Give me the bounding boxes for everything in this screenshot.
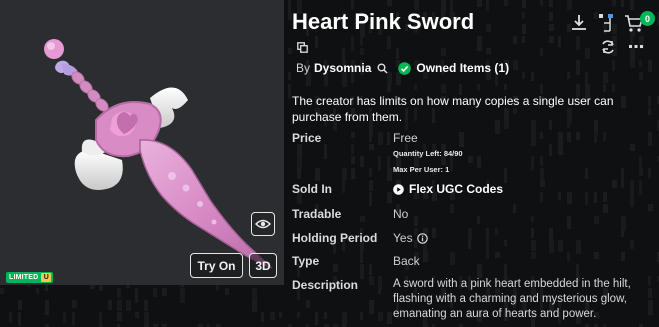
hierarchy-icon[interactable] <box>598 13 614 35</box>
pattern-block <box>180 288 185 303</box>
description-text: A sword with a pink heart embedded in th… <box>393 278 631 320</box>
pattern-block <box>18 312 21 326</box>
pattern-block <box>108 300 112 310</box>
pattern-block <box>45 300 49 315</box>
limited-badge: LIMITED U <box>6 272 53 283</box>
sold-in-label: Sold In <box>292 182 332 196</box>
pattern-block <box>18 300 22 310</box>
pattern-block <box>126 300 131 311</box>
pattern-block <box>288 0 291 13</box>
purchase-limit-notice: The creator has limits on how many copie… <box>292 94 614 124</box>
pattern-block <box>117 312 122 321</box>
by-label: By <box>296 61 311 75</box>
pattern-block <box>252 300 257 312</box>
checkmark-icon <box>398 61 412 75</box>
sold-in-link[interactable]: Flex UGC Codes <box>393 182 503 196</box>
search-icon[interactable] <box>377 63 388 74</box>
holding-period-value-wrap: Yes <box>393 231 428 245</box>
pattern-block <box>117 300 122 311</box>
type-value: Back <box>393 254 420 268</box>
creator-link[interactable]: Dysomnia <box>314 61 371 75</box>
pattern-block <box>99 312 102 324</box>
item-viewer[interactable]: Try On 3D <box>0 0 284 285</box>
holding-period-label: Holding Period <box>292 231 378 245</box>
pattern-block <box>117 288 121 298</box>
tradable-value: No <box>393 207 409 221</box>
price-label: Price <box>292 131 322 145</box>
holding-period-value: Yes <box>393 231 413 245</box>
limited-unique-mark: U <box>41 273 52 282</box>
pattern-block <box>0 288 4 294</box>
tradable-label: Tradable <box>292 207 342 221</box>
pattern-block <box>36 288 39 294</box>
sword-image <box>44 39 273 269</box>
owned-items-link[interactable]: Owned Items (1) <box>416 61 509 75</box>
pattern-block <box>135 288 138 303</box>
pattern-block <box>63 312 66 323</box>
limited-label: LIMITED <box>9 274 39 281</box>
download-icon[interactable] <box>570 13 588 33</box>
try-on-button[interactable]: Try On <box>190 253 243 278</box>
pattern-block <box>270 312 275 320</box>
description-label: Description <box>292 278 359 292</box>
cart-count-badge: 0 <box>640 11 655 26</box>
quantity-left: Quantity Left: 84/90 <box>393 149 463 158</box>
refresh-icon[interactable] <box>600 39 616 55</box>
sold-in-value: Flex UGC Codes <box>409 182 504 196</box>
pattern-block <box>9 312 12 323</box>
pattern-block <box>162 288 167 296</box>
item-title: Heart Pink Sword <box>292 9 475 34</box>
max-per-user: Max Per User: 1 <box>393 165 450 174</box>
pattern-block <box>225 288 229 295</box>
pattern-block <box>72 300 77 308</box>
pattern-block <box>135 312 139 318</box>
pattern-block <box>288 72 291 80</box>
pattern-block <box>153 288 157 297</box>
type-label: Type <box>292 254 320 268</box>
eye-icon <box>255 219 271 229</box>
view-3d-button[interactable]: 3D <box>249 253 277 278</box>
copy-icon[interactable] <box>297 42 308 53</box>
pattern-block <box>279 312 282 318</box>
pattern-block <box>288 84 291 99</box>
pattern-block <box>144 300 148 311</box>
pattern-block <box>72 312 75 325</box>
toggle-view-button[interactable] <box>251 212 275 236</box>
info-icon[interactable] <box>416 232 428 244</box>
more-icon[interactable] <box>628 44 644 50</box>
price-value: Free <box>393 131 418 145</box>
pattern-block <box>252 288 257 302</box>
play-icon <box>393 183 404 195</box>
pattern-block <box>261 312 264 322</box>
creator-byline: By Dysomnia Owned Items (1) <box>296 61 509 75</box>
